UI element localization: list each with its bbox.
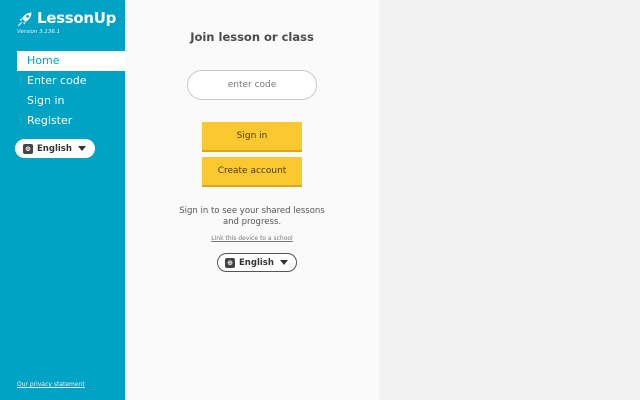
sidebar-nav: Home Enter code Sign in Register (17, 51, 125, 131)
brand-name: LessonUp (37, 9, 117, 27)
sidebar-language-selector[interactable]: ⊕ English (15, 139, 95, 158)
caret-down-icon (279, 260, 288, 265)
sidebar-item-home[interactable]: Home (17, 51, 125, 71)
main-panel: Join lesson or class Sign in Create acco… (125, 0, 379, 400)
privacy-statement-link[interactable]: Our privacy statement (17, 381, 85, 388)
language-label: English (239, 257, 274, 268)
language-label: English (37, 143, 72, 154)
sign-in-button[interactable]: Sign in (202, 122, 302, 152)
code-input[interactable] (187, 70, 317, 100)
info-line-1: Sign in to see your shared lessons (179, 206, 325, 216)
page-title: Join lesson or class (190, 30, 314, 44)
rocket-icon (18, 12, 32, 26)
info-text: Sign in to see your shared lessons and p… (125, 206, 379, 228)
link-device-link[interactable]: Link this device to a school (125, 235, 379, 242)
logo[interactable]: LessonUp (17, 9, 116, 27)
sidebar: LessonUp Version 3.136.1 Home Enter code… (0, 0, 125, 400)
sidebar-item-sign-in[interactable]: Sign in (17, 91, 125, 111)
create-account-button[interactable]: Create account (202, 157, 302, 187)
info-line-2: and progress. (222, 217, 282, 227)
version-label: Version 3.136.1 (17, 29, 61, 35)
main-language-selector[interactable]: ⊕ English (217, 253, 297, 272)
caret-down-icon (77, 146, 86, 151)
sidebar-item-enter-code[interactable]: Enter code (17, 71, 125, 91)
globe-icon: ⊕ (23, 143, 33, 154)
globe-icon: ⊕ (225, 257, 235, 268)
right-panel (379, 0, 640, 400)
sidebar-item-register[interactable]: Register (17, 111, 125, 131)
